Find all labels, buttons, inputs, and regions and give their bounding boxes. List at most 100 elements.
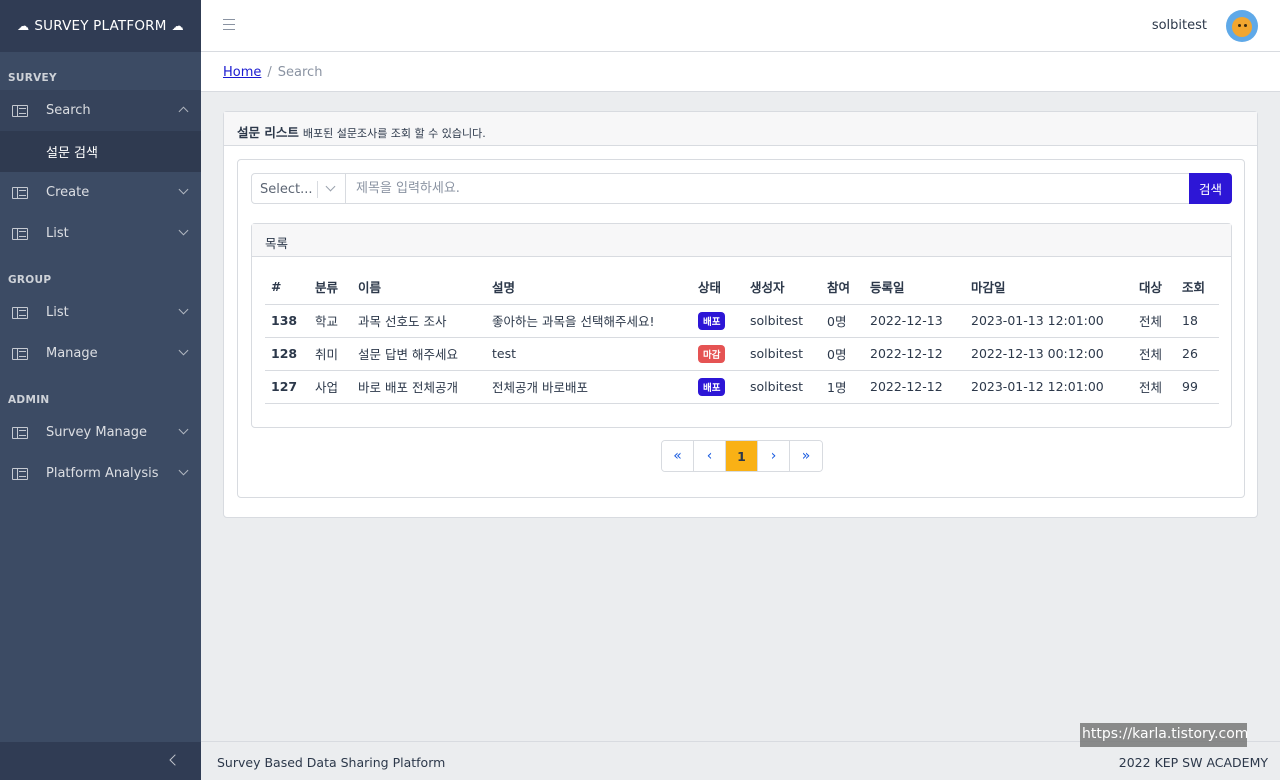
category-select[interactable]: Select... [251,173,346,204]
cell-name[interactable]: 바로 배포 전체공개 [352,370,486,404]
nav-section-admin: ADMIN [8,394,50,406]
cloud-icon: ☁ [17,19,30,33]
col-name: 이름 [352,269,486,305]
sidebar-item-platform-analysis[interactable]: Platform Analysis [0,453,201,494]
cloud-icon: ☁ [171,19,184,33]
avatar-eye [1238,24,1241,27]
cell-name[interactable]: 설문 답변 해주세요 [352,337,486,371]
sidebar-item-label: List [46,226,69,241]
chevron-down-icon [178,424,189,435]
sidebar-item-group-list[interactable]: List [0,292,201,333]
sidebar-item-label: Search [46,103,91,118]
sidebar-item-label: Create [46,185,90,200]
breadcrumb-current: Search [277,65,323,80]
col-id: # [265,269,309,305]
table-header-row: # 분류 이름 설명 상태 생성자 참여 등록일 마감일 대상 조회 [265,269,1219,305]
cell-due-date: 2022-12-13 00:12:00 [965,337,1133,371]
col-status: 상태 [692,269,744,305]
cell-status: 마감 [692,337,744,371]
username[interactable]: solbitest [1152,18,1207,33]
col-target: 대상 [1133,269,1176,305]
sidebar-item-label: List [46,305,69,320]
table-row[interactable]: 138 학교 과목 선호도 조사 좋아하는 과목을 선택해주세요! 배포 sol… [265,304,1219,338]
cell-category: 학교 [309,304,352,338]
chevron-down-icon[interactable] [325,181,336,192]
cell-status: 배포 [692,304,744,338]
pagination: « ‹ 1 › » [661,440,823,472]
sidebar-item-create[interactable]: Create [0,172,201,213]
table-icon [12,104,28,117]
chevron-left-icon [169,754,181,766]
cell-due-date: 2023-01-12 12:01:00 [965,370,1133,404]
breadcrumb-separator: / [267,65,272,80]
breadcrumb: Home / Search [201,52,1280,92]
sidebar-item-survey-list[interactable]: List [0,213,201,254]
col-category: 분류 [309,269,352,305]
sidebar-item-label: Survey Manage [46,425,147,440]
search-button[interactable]: 검색 [1189,173,1232,204]
avatar-eye [1244,24,1247,27]
cell-views: 26 [1176,337,1219,371]
cell-description: 좋아하는 과목을 선택해주세요! [486,304,692,338]
sidebar-subitem-survey-search[interactable]: 설문 검색 [0,131,201,172]
search-input[interactable] [345,173,1190,204]
nav-section-group: GROUP [8,274,52,286]
table-icon [12,426,28,439]
avatar-face [1232,17,1252,37]
chevron-down-icon [178,465,189,476]
table-icon [12,306,28,319]
cell-reg-date: 2022-12-12 [864,337,965,371]
survey-table: # 분류 이름 설명 상태 생성자 참여 등록일 마감일 대상 조회 138 학… [265,269,1219,404]
cell-description: 전체공개 바로배포 [486,370,692,404]
page-prev-button[interactable]: ‹ [694,441,726,471]
chevron-down-icon [178,225,189,236]
list-card: 목록 # 분류 이름 설명 상태 생성자 참여 등록일 마감일 대상 조회 13… [251,223,1232,428]
card-subtitle: 배포된 설문조사를 조회 할 수 있습니다. [302,127,486,140]
hamburger-menu-icon[interactable] [223,19,235,30]
cell-id: 127 [265,370,309,404]
cell-target: 전체 [1133,337,1176,371]
card-header: 설문 리스트 배포된 설문조사를 조회 할 수 있습니다. [224,112,1257,146]
page-first-button[interactable]: « [662,441,694,471]
sidebar-item-label: Platform Analysis [46,466,159,481]
watermark: https://karla.tistory.com [1080,723,1248,747]
breadcrumb-home[interactable]: Home [223,65,261,80]
col-creator: 생성자 [744,269,821,305]
page-current-button[interactable]: 1 [726,441,758,471]
cell-participants: 1명 [821,370,864,404]
cell-id: 128 [265,337,309,371]
table-row[interactable]: 128 취미 설문 답변 해주세요 test 마감 solbitest 0명 2… [265,337,1219,371]
cell-due-date: 2023-01-13 12:01:00 [965,304,1133,338]
page-last-button[interactable]: » [790,441,822,471]
brand[interactable]: ☁ SURVEY PLATFORM ☁ [0,0,201,52]
cell-participants: 0명 [821,304,864,338]
nav-section-survey: SURVEY [8,72,57,84]
sidebar-item-group-manage[interactable]: Manage [0,333,201,374]
col-views: 조회 [1176,269,1219,305]
cell-participants: 0명 [821,337,864,371]
cell-views: 99 [1176,370,1219,404]
chevron-down-icon [178,304,189,315]
search-bar: Select... 검색 [251,173,1232,204]
cell-target: 전체 [1133,304,1176,338]
cell-category: 사업 [309,370,352,404]
col-reg-date: 등록일 [864,269,965,305]
cell-creator: solbitest [744,337,821,371]
cell-reg-date: 2022-12-12 [864,370,965,404]
sidebar-minimizer[interactable] [0,742,201,780]
table-row[interactable]: 127 사업 바로 배포 전체공개 전체공개 바로배포 배포 solbitest… [265,370,1219,404]
table-icon [12,186,28,199]
sidebar-item-survey-manage[interactable]: Survey Manage [0,412,201,453]
status-badge: 배포 [698,377,726,396]
search-panel: Select... 검색 목록 # 분류 이름 설명 상태 생성자 [237,159,1245,498]
select-divider [317,181,318,198]
list-card-title: 목록 [252,224,1231,257]
avatar[interactable] [1226,10,1258,42]
page-next-button[interactable]: › [758,441,790,471]
cell-reg-date: 2022-12-13 [864,304,965,338]
col-due-date: 마감일 [965,269,1133,305]
select-placeholder: Select... [260,182,313,197]
sidebar-item-search[interactable]: Search [0,90,201,131]
cell-name[interactable]: 과목 선호도 조사 [352,304,486,338]
header: solbitest [201,0,1280,52]
